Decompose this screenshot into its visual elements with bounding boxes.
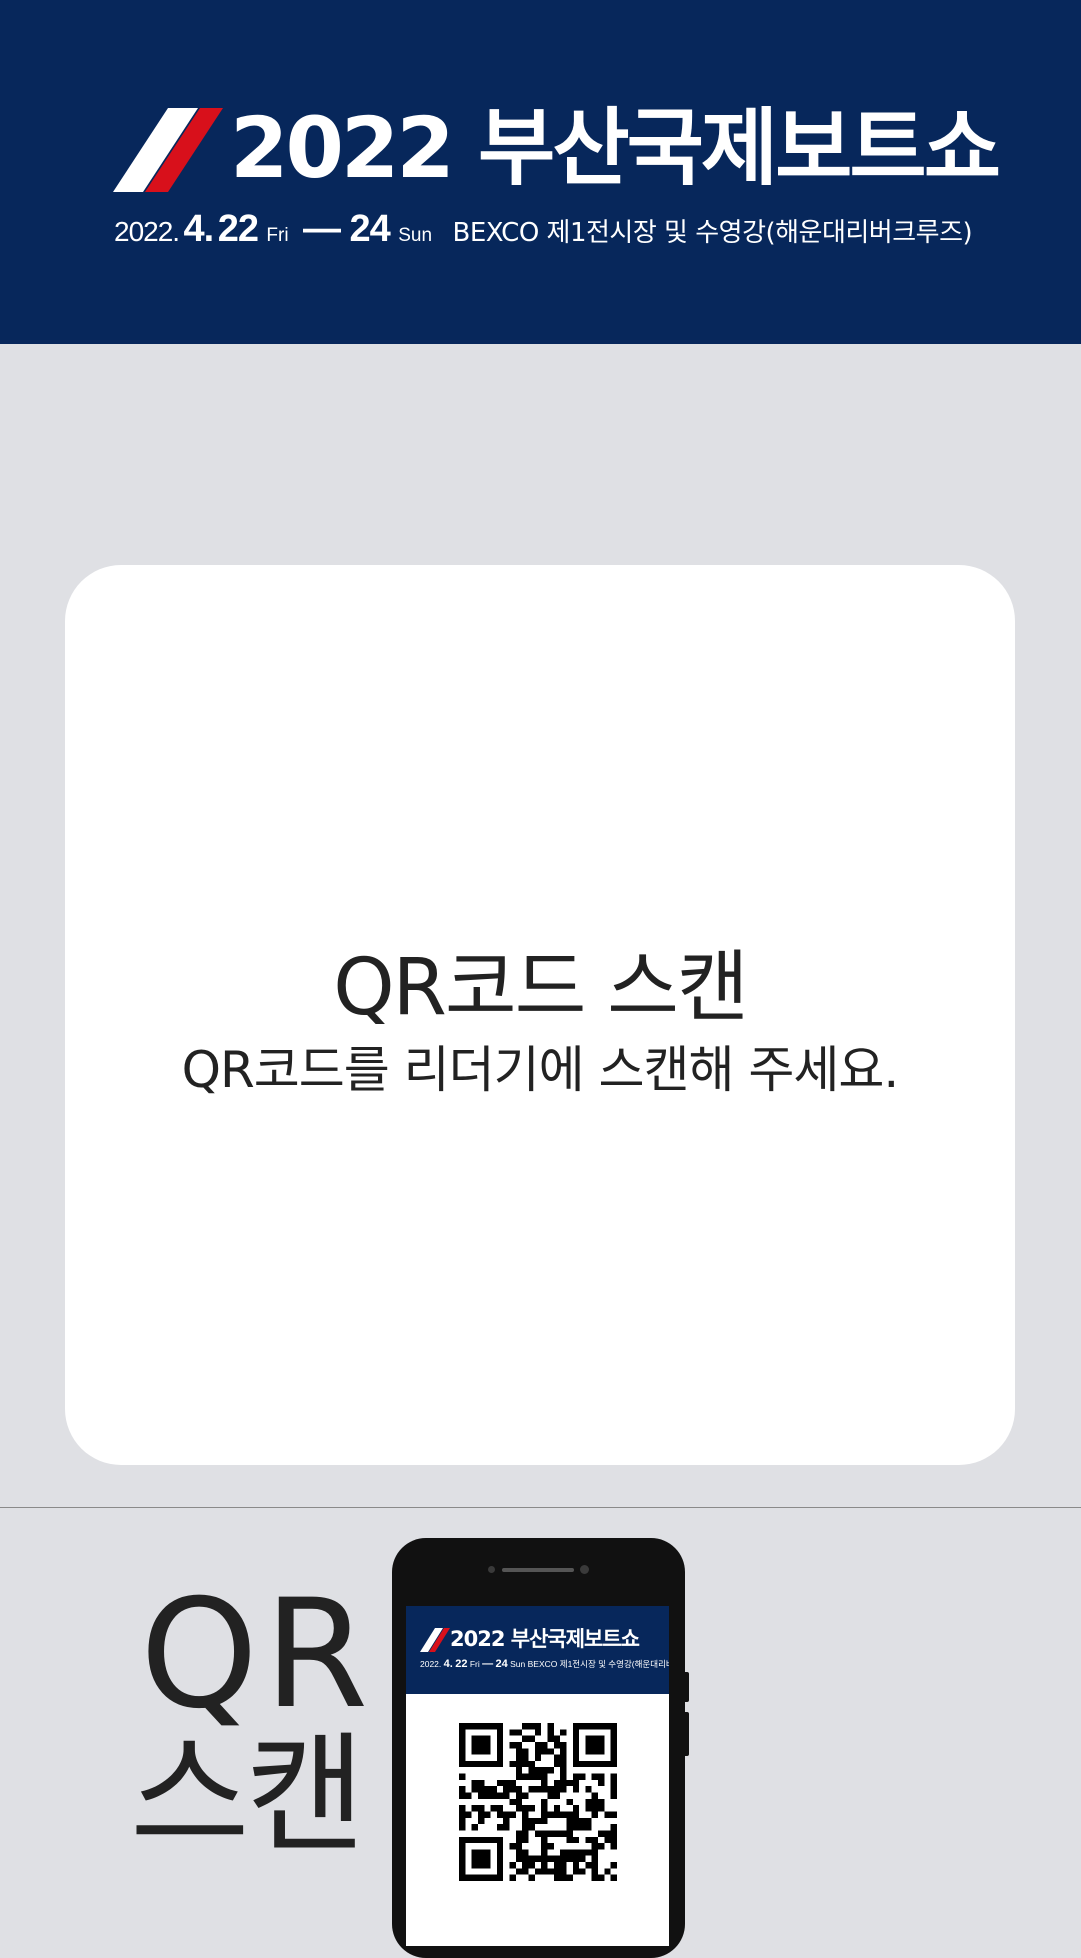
date-end-day: 24 [349,208,390,250]
phone-screen: 2022 부산국제보트쇼 2022. 4. 22 Fri — 24 Sun BE… [406,1606,669,1946]
date-end-weekday: Sun [398,225,433,246]
card-title: QR코드 스캔 [333,943,748,1033]
phone-screen-header: 2022 부산국제보트쇼 2022. 4. 22 Fri — 24 Sun BE… [406,1606,669,1694]
qr-label: QR [140,1568,375,1742]
stripe-logo-icon [113,108,223,192]
date-start-day: 22 [217,208,259,250]
phone-venue: BEXCO 제1전시장 및 수영강(해운대리버크루즈) [527,1659,669,1669]
phone-screen-title: 2022 부산국제보트쇼 [450,1627,640,1651]
phone-camera-icon [488,1566,495,1573]
phone-date-year: 2022. [420,1659,442,1669]
phone-date-start: 22 [455,1658,468,1670]
phone-date-end: 24 [495,1658,508,1670]
phone-speaker [502,1568,574,1572]
stripe-logo-icon [420,1628,450,1652]
event-venue: BEXCO 제1전시장 및 수영강(해운대리버크루즈) [452,218,973,248]
event-title: 2022 부산국제보트쇼 [230,99,1001,197]
phone-illustration: 2022 부산국제보트쇼 2022. 4. 22 Fri — 24 Sun BE… [392,1538,685,1958]
date-year: 2022. [114,216,180,247]
phone-date-month: 4. [443,1658,453,1670]
phone-screen-subline: 2022. 4. 22 Fri — 24 Sun BEXCO 제1전시장 및 수… [420,1658,669,1670]
qr-code-icon [459,1723,617,1881]
scan-label: 스캔 [130,1719,365,1871]
scan-instruction-card: QR코드 스캔 QR코드를 리더기에 스캔해 주세요. [65,565,1015,1465]
date-month: 4. [183,208,215,250]
section-divider [0,1507,1081,1508]
card-subtitle: QR코드를 리더기에 스캔해 주세요. [181,1041,900,1099]
date-start-weekday: Fri [266,225,289,246]
phone-date-end-weekday: Sun [510,1659,526,1669]
phone-sensor-icon [580,1565,589,1574]
event-header: 2022 부산국제보트쇼 2022. 4. 22 Fri — 24 Sun BE… [0,0,1081,344]
event-date-venue: 2022. 4. 22 Fri — 24 Sun BEXCO 제1전시장 및 수… [114,204,973,254]
date-dash: — [303,208,342,250]
phone-date-start-weekday: Fri [469,1659,480,1669]
